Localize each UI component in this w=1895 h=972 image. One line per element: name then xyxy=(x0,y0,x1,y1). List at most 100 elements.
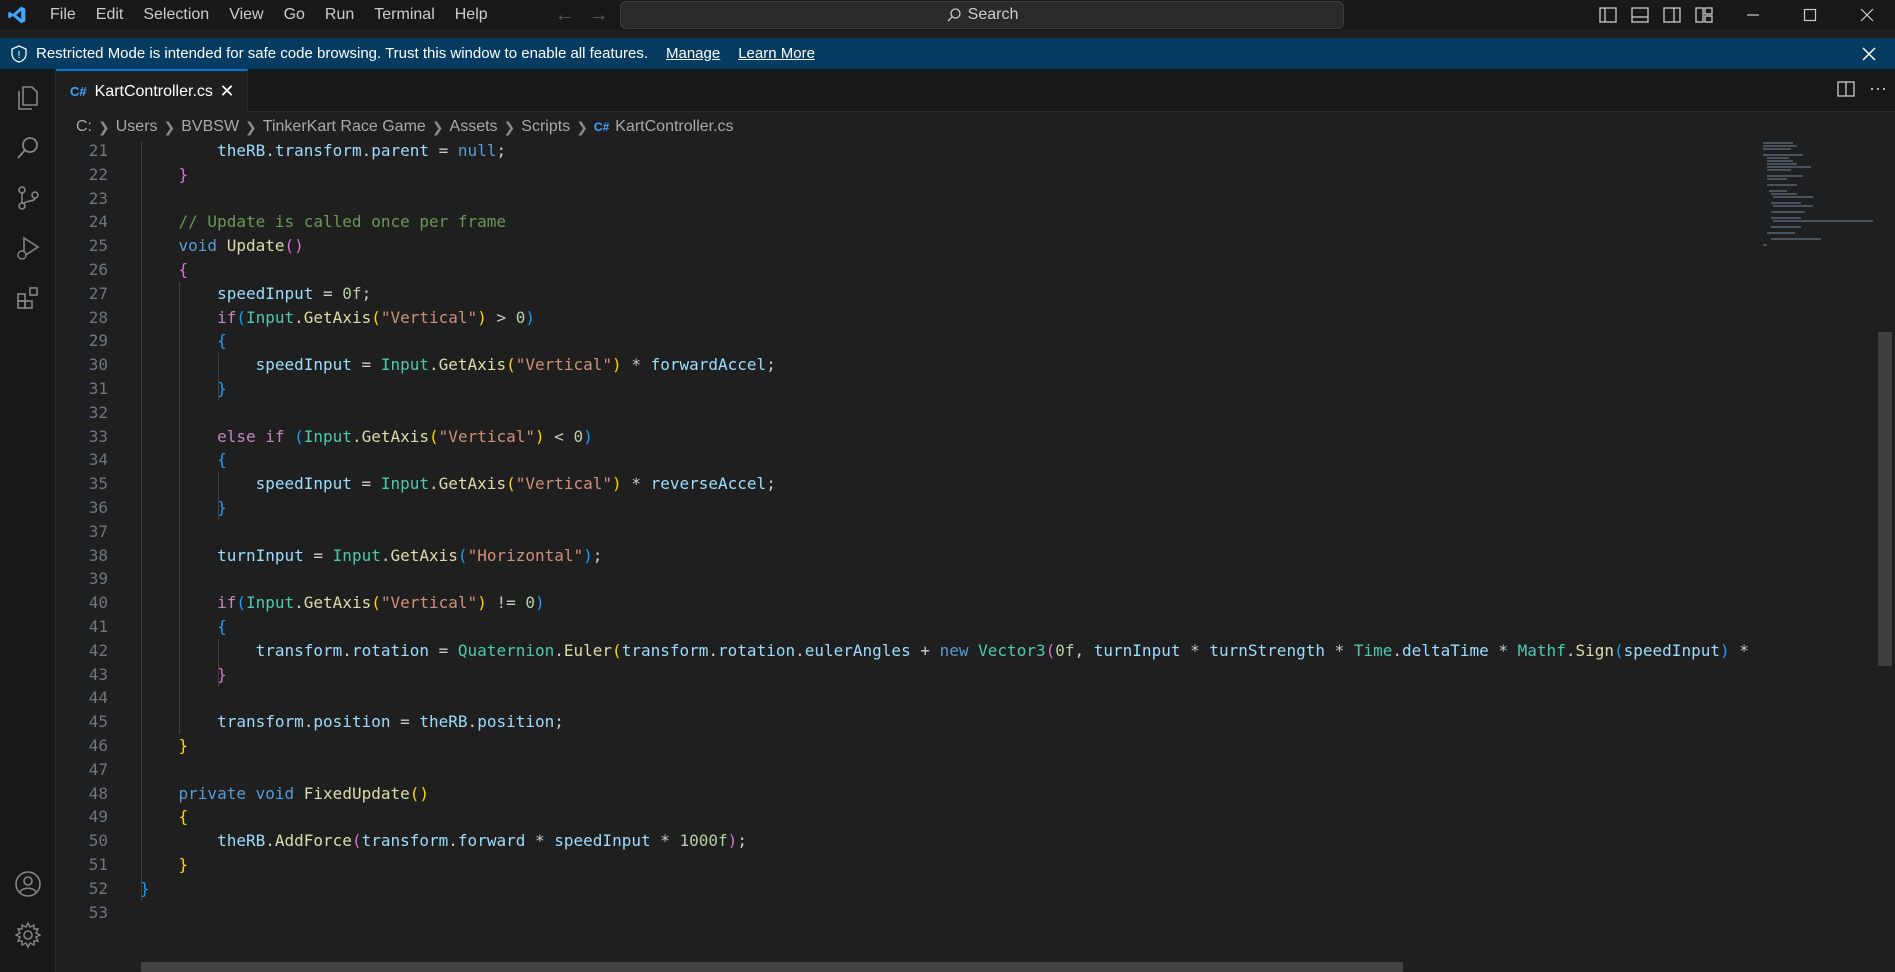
code-line[interactable]: 21 theRB.transform.parent = null; xyxy=(56,142,1751,163)
breadcrumb-item[interactable]: BVBSW xyxy=(181,118,239,136)
maximize-button[interactable] xyxy=(1781,0,1838,30)
code-line[interactable]: 41 { xyxy=(56,615,1751,639)
code-line[interactable]: 29 { xyxy=(56,329,1751,353)
menu-view[interactable]: View xyxy=(219,0,273,30)
banner-close-icon[interactable] xyxy=(1859,44,1879,64)
minimize-button[interactable] xyxy=(1724,0,1781,30)
code-line[interactable]: 49 { xyxy=(56,805,1751,829)
breadcrumb-item[interactable]: Assets xyxy=(450,118,498,136)
line-number: 44 xyxy=(88,688,108,708)
code-line[interactable]: 35 speedInput = Input.GetAxis("Vertical"… xyxy=(56,472,1751,496)
horizontal-scrollbar[interactable] xyxy=(141,962,1403,972)
menu-file[interactable]: File xyxy=(40,0,86,30)
code-text: } xyxy=(217,498,227,517)
accounts-icon[interactable] xyxy=(0,860,56,908)
code-line[interactable]: 23 xyxy=(56,187,1751,211)
tab-kartcontroller[interactable]: C# KartController.cs ✕ xyxy=(56,69,248,112)
search-view-icon[interactable] xyxy=(0,124,56,172)
line-number: 27 xyxy=(88,283,108,303)
line-number: 49 xyxy=(88,807,108,827)
breadcrumb-item[interactable]: Scripts xyxy=(521,118,570,136)
extensions-icon[interactable] xyxy=(0,274,56,322)
close-window-button[interactable] xyxy=(1838,0,1895,30)
code-line[interactable]: 50 theRB.AddForce(transform.forward * sp… xyxy=(56,829,1751,853)
code-line[interactable]: 38 turnInput = Input.GetAxis("Horizontal… xyxy=(56,544,1751,568)
breadcrumb-item[interactable]: C: xyxy=(76,118,92,136)
toggle-primary-sidebar-icon[interactable] xyxy=(1598,5,1618,25)
code-line[interactable]: 34 { xyxy=(56,448,1751,472)
code-line[interactable]: 37 xyxy=(56,520,1751,544)
breadcrumb-item[interactable]: TinkerKart Race Game xyxy=(263,118,426,136)
line-number: 50 xyxy=(88,831,108,851)
chevron-right-icon: ❯ xyxy=(163,118,176,135)
code-text: if(Input.GetAxis("Vertical") != 0) xyxy=(217,593,545,613)
code-line[interactable]: 46 } xyxy=(56,734,1751,758)
toggle-secondary-sidebar-icon[interactable] xyxy=(1662,5,1682,25)
code-line[interactable]: 22 } xyxy=(56,163,1751,187)
code-line[interactable]: 53 xyxy=(56,901,1751,925)
line-number: 32 xyxy=(88,402,108,422)
title-bar: File Edit Selection View Go Run Terminal… xyxy=(0,0,1895,30)
back-arrow-icon[interactable]: ← xyxy=(555,0,575,30)
code-line[interactable]: 36 } xyxy=(56,496,1751,520)
line-number: 46 xyxy=(88,736,108,755)
code-line[interactable]: 43 } xyxy=(56,663,1751,687)
line-number: 23 xyxy=(88,188,108,208)
code-line[interactable]: 44 xyxy=(56,686,1751,710)
code-line[interactable]: 42 transform.rotation = Quaternion.Euler… xyxy=(56,639,1751,663)
line-number: 47 xyxy=(88,759,108,779)
code-editor[interactable]: 21 theRB.transform.parent = null; 22 } 23 2… xyxy=(56,142,1751,962)
code-text: void Update() xyxy=(178,236,304,256)
code-line[interactable]: 48 private void FixedUpdate() xyxy=(56,782,1751,806)
editor-tab-bar: C# KartController.cs ✕ ··· xyxy=(56,69,1895,112)
chevron-right-icon: ❯ xyxy=(245,118,257,135)
vertical-scrollbar[interactable] xyxy=(1878,332,1892,666)
minimap[interactable] xyxy=(1757,140,1877,250)
breadcrumb-item[interactable]: KartController.cs xyxy=(615,118,733,136)
forward-arrow-icon[interactable]: → xyxy=(589,0,609,30)
code-line[interactable]: 47 xyxy=(56,758,1751,782)
settings-gear-icon[interactable] xyxy=(0,911,56,959)
code-line[interactable]: 25 void Update() xyxy=(56,234,1751,258)
code-line[interactable]: 31 } xyxy=(56,377,1751,401)
command-center-search[interactable]: Search xyxy=(620,1,1344,29)
menu-run[interactable]: Run xyxy=(315,0,364,30)
code-line[interactable]: 51 } xyxy=(56,853,1751,877)
code-line[interactable]: 26 { xyxy=(56,258,1751,282)
code-line[interactable]: 40 if(Input.GetAxis("Vertical") != 0) xyxy=(56,591,1751,615)
more-actions-icon[interactable]: ··· xyxy=(1869,79,1887,102)
menu-selection[interactable]: Selection xyxy=(133,0,219,30)
code-text: { xyxy=(217,450,227,470)
run-and-debug-icon[interactable] xyxy=(0,224,56,272)
menu-help[interactable]: Help xyxy=(445,0,498,30)
code-line[interactable]: 32 xyxy=(56,401,1751,425)
customize-layout-icon[interactable] xyxy=(1694,5,1714,25)
learn-more-link[interactable]: Learn More xyxy=(738,45,815,62)
search-label: Search xyxy=(967,6,1019,23)
line-number: 45 xyxy=(88,712,108,732)
search-icon xyxy=(947,8,961,22)
toggle-panel-icon[interactable] xyxy=(1630,5,1650,25)
tab-close-icon[interactable]: ✕ xyxy=(217,81,237,102)
code-line[interactable]: 39 xyxy=(56,567,1751,591)
code-line[interactable]: 33 else if (Input.GetAxis("Vertical") < … xyxy=(56,425,1751,449)
explorer-icon[interactable] xyxy=(0,74,56,122)
code-line[interactable]: 30 speedInput = Input.GetAxis("Vertical"… xyxy=(56,353,1751,377)
code-line[interactable]: 45 transform.position = theRB.position; xyxy=(56,710,1751,734)
code-line[interactable]: 28 if(Input.GetAxis("Vertical") > 0) xyxy=(56,306,1751,330)
source-control-icon[interactable] xyxy=(0,174,56,222)
code-line[interactable]: 27 speedInput = 0f; xyxy=(56,282,1751,306)
code-text: theRB.AddForce(transform.forward * speed… xyxy=(217,831,747,851)
code-line[interactable]: 24 // Update is called once per frame xyxy=(56,210,1751,234)
menu-go[interactable]: Go xyxy=(274,0,315,30)
menu-edit[interactable]: Edit xyxy=(86,0,134,30)
breadcrumb-item[interactable]: Users xyxy=(116,118,158,136)
line-number: 31 xyxy=(88,379,108,398)
menu-terminal[interactable]: Terminal xyxy=(364,0,444,30)
line-number: 36 xyxy=(88,498,108,517)
split-editor-icon[interactable] xyxy=(1837,81,1855,102)
manage-link[interactable]: Manage xyxy=(666,45,720,62)
line-number: 39 xyxy=(88,569,108,589)
line-number: 21 xyxy=(88,142,108,160)
code-line[interactable]: 52} xyxy=(56,877,1751,901)
